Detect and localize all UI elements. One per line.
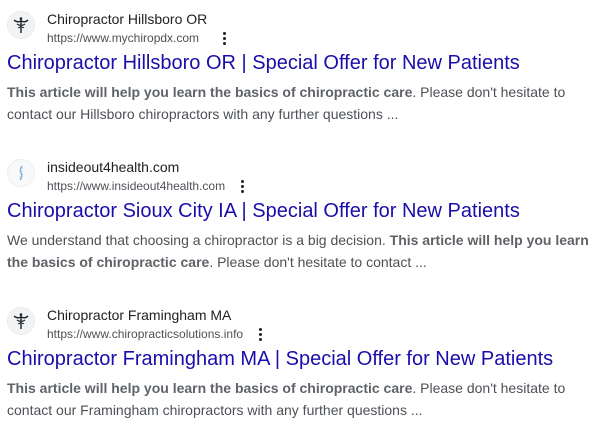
result-title-link[interactable]: Chiropractor Hillsboro OR | Special Offe… — [7, 50, 520, 76]
result-site-name: Chiropractor Framingham MA — [47, 307, 232, 323]
result-site-header[interactable]: Chiropractor Framingham MA https://www.c… — [7, 304, 607, 343]
more-options-icon[interactable] — [234, 177, 250, 195]
snippet-highlight: This article will help you learn the bas… — [7, 84, 413, 100]
more-options-icon[interactable] — [252, 325, 268, 343]
search-result: Chiropractor Hillsboro OR https://www.my… — [7, 8, 607, 122]
search-result: insideout4health.com https://www.insideo… — [7, 156, 607, 270]
result-snippet: This article will help you learn the bas… — [7, 377, 607, 421]
caduceus-icon — [7, 307, 35, 335]
result-site-header[interactable]: Chiropractor Hillsboro OR https://www.my… — [7, 8, 607, 47]
more-options-icon[interactable] — [216, 29, 232, 47]
search-result: Chiropractor Framingham MA https://www.c… — [7, 304, 607, 418]
result-site-header[interactable]: insideout4health.com https://www.insideo… — [7, 156, 607, 195]
snippet-text: . Please don't hesitate to contact ... — [209, 254, 427, 270]
result-title-link[interactable]: Chiropractor Framingham MA | Special Off… — [7, 346, 553, 372]
caduceus-icon — [7, 11, 35, 39]
result-site-name: insideout4health.com — [47, 159, 180, 175]
spine-icon — [7, 159, 35, 187]
result-snippet: We understand that choosing a chiropract… — [7, 229, 607, 273]
result-title-link[interactable]: Chiropractor Sioux City IA | Special Off… — [7, 198, 520, 224]
result-url: https://www.insideout4health.com — [47, 179, 226, 193]
snippet-text: We understand that choosing a chiropract… — [7, 232, 390, 248]
result-url: https://www.chiropracticsolutions.info — [47, 327, 244, 341]
result-url: https://www.mychiropdx.com — [47, 31, 200, 45]
snippet-highlight: This article will help you learn the bas… — [7, 380, 413, 396]
result-snippet: This article will help you learn the bas… — [7, 81, 607, 125]
result-site-name: Chiropractor Hillsboro OR — [47, 11, 208, 27]
